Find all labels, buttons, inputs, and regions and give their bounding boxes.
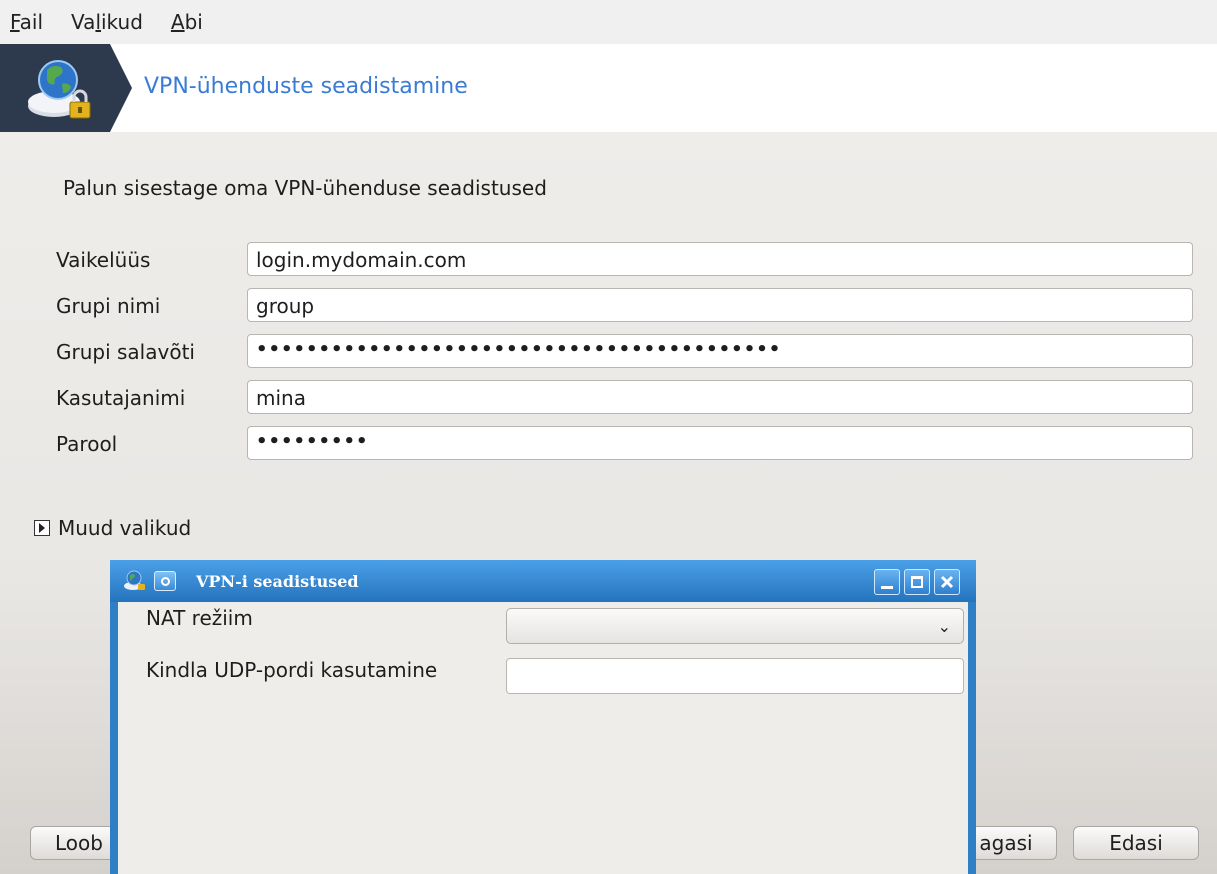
close-icon[interactable] (934, 569, 960, 595)
more-options-expander[interactable]: Muud valikud (34, 516, 191, 540)
menu-help-label: bi (184, 10, 203, 34)
page-title: VPN-ühenduste seadistamine (144, 74, 468, 99)
menu-file-mnemonic: F (10, 10, 20, 34)
username-input[interactable]: mina (247, 380, 1193, 414)
username-label: Kasutajanimi (56, 386, 186, 410)
field-row-password: Parool ••••••••• (0, 426, 1217, 466)
next-button[interactable]: Edasi (1073, 826, 1199, 860)
chevron-down-icon: ⌄ (937, 617, 951, 636)
field-row-group-secret: Grupi salavõti •••••••••••••••••••••••••… (0, 334, 1217, 374)
menu-options[interactable]: Valikud (71, 10, 143, 34)
instruction-text: Palun sisestage oma VPN-ühenduse seadist… (63, 176, 547, 200)
banner-icon-area (0, 44, 110, 132)
menu-help[interactable]: Abi (171, 10, 203, 34)
menu-file-label: ail (19, 10, 44, 34)
group-name-label: Grupi nimi (56, 294, 161, 318)
nat-mode-select[interactable]: ⌄ (506, 608, 964, 644)
gateway-input[interactable]: login.mydomain.com (247, 242, 1193, 276)
more-options-label: Muud valikud (58, 516, 192, 540)
menu-file[interactable]: Fail (10, 10, 43, 34)
field-row-username: Kasutajanimi mina (0, 380, 1217, 420)
header-banner: VPN-ühenduste seadistamine (0, 44, 1217, 132)
banner-arrow (110, 44, 132, 132)
dialog-title: VPN-i seadistused (196, 572, 359, 591)
password-label: Parool (56, 432, 118, 456)
field-row-gateway: Vaikelüüs login.mydomain.com (0, 242, 1217, 282)
network-globe-lock-icon (124, 570, 145, 590)
vpn-settings-dialog: VPN-i seadistused NAT režiim ⌄ Kindla UD… (110, 560, 976, 874)
group-secret-label: Grupi salavõti (56, 340, 195, 364)
menu-help-mnemonic: A (170, 10, 185, 34)
window-menu-icon[interactable] (154, 571, 176, 591)
gateway-label: Vaikelüüs (56, 248, 151, 272)
udp-port-input[interactable] (506, 658, 964, 694)
field-row-group-name: Grupi nimi group (0, 288, 1217, 328)
minimize-icon[interactable] (874, 569, 900, 595)
menu-options-label-pre: Va (71, 10, 96, 34)
udp-port-label: Kindla UDP-pordi kasutamine (146, 658, 438, 682)
dialog-body: NAT režiim ⌄ Kindla UDP-pordi kasutamine (118, 602, 968, 874)
menubar: Fail Valikud Abi (0, 0, 1217, 45)
group-name-input[interactable]: group (247, 288, 1193, 322)
group-secret-input[interactable]: ••••••••••••••••••••••••••••••••••••••••… (247, 334, 1193, 368)
nat-mode-label: NAT režiim (146, 606, 253, 630)
network-globe-lock-icon (28, 60, 91, 119)
expand-arrow-icon (34, 520, 50, 536)
password-input[interactable]: ••••••••• (247, 426, 1193, 460)
menu-options-label: ikud (101, 10, 143, 34)
dialog-titlebar[interactable]: VPN-i seadistused (110, 560, 976, 602)
maximize-icon[interactable] (904, 569, 930, 595)
